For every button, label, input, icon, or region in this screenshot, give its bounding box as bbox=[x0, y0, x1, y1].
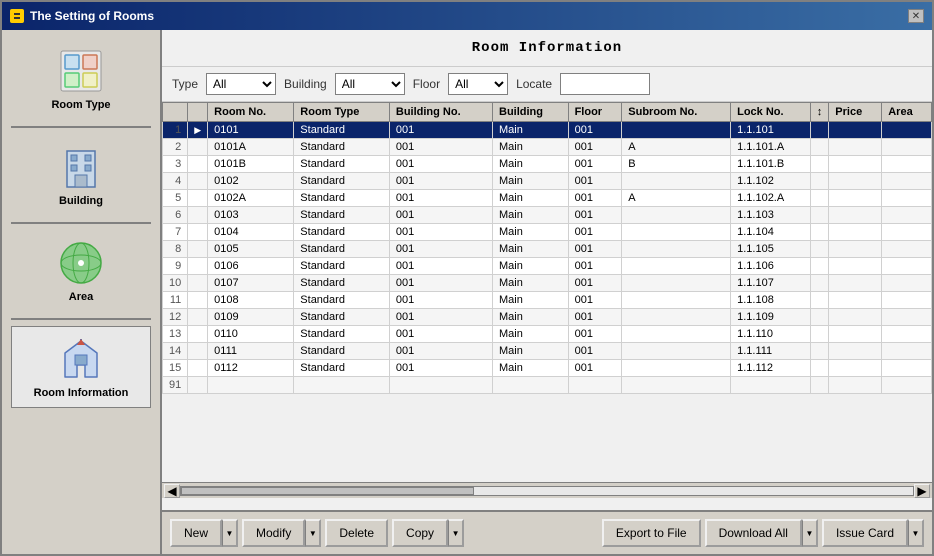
room-table: Room No. Room Type Building No. Building… bbox=[162, 102, 932, 394]
download-dropdown-btn[interactable]: ▼ bbox=[802, 519, 818, 547]
table-row[interactable]: 100107Standard001Main0011.1.107 bbox=[163, 275, 932, 292]
scrollbar-h-thumb[interactable] bbox=[181, 487, 474, 495]
scroll-right-btn[interactable]: ▶ bbox=[914, 484, 930, 498]
scrollbar-h-track[interactable] bbox=[180, 486, 914, 496]
copy-dropdown-btn[interactable]: ▼ bbox=[448, 519, 464, 547]
window-title: The Setting of Rooms bbox=[30, 9, 154, 23]
locate-label: Locate bbox=[516, 77, 552, 91]
table-row[interactable]: 20101AStandard001Main001A1.1.101.A bbox=[163, 139, 932, 156]
type-select[interactable]: All bbox=[206, 73, 276, 95]
table-row[interactable]: 80105Standard001Main0011.1.105 bbox=[163, 241, 932, 258]
download-all-button[interactable]: Download All bbox=[705, 519, 802, 547]
col-arrow bbox=[188, 103, 208, 122]
sidebar-item-room-type[interactable]: Room Type bbox=[11, 38, 151, 120]
table-container: Room No. Room Type Building No. Building… bbox=[162, 102, 932, 510]
building-icon bbox=[57, 143, 105, 191]
table-row[interactable]: 120109Standard001Main0011.1.109 bbox=[163, 309, 932, 326]
building-label: Building bbox=[284, 77, 327, 91]
copy-btn-group: Copy ▼ bbox=[392, 519, 464, 547]
sidebar-item-building[interactable]: Building bbox=[11, 134, 151, 216]
panel-title: Room Information bbox=[162, 30, 932, 67]
table-row[interactable]: 60103Standard001Main0011.1.103 bbox=[163, 207, 932, 224]
table-row[interactable]: 50102AStandard001Main001A1.1.102.A bbox=[163, 190, 932, 207]
scrollbar-horizontal[interactable]: ◀ ▶ bbox=[162, 482, 932, 498]
issue-card-button[interactable]: Issue Card bbox=[822, 519, 908, 547]
table-row[interactable]: 91 bbox=[163, 377, 932, 394]
sidebar-divider-3 bbox=[11, 318, 151, 320]
main-panel: Room Information Type All Building All F… bbox=[162, 30, 932, 554]
col-sort[interactable]: ↕ bbox=[810, 103, 829, 122]
sidebar-item-area-label: Area bbox=[69, 291, 93, 303]
content-area: Room Type Building bbox=[2, 30, 932, 554]
sidebar-item-room-type-label: Room Type bbox=[51, 99, 110, 111]
col-subroom-no[interactable]: Subroom No. bbox=[622, 103, 731, 122]
new-btn-group: New ▼ bbox=[170, 519, 238, 547]
issue-card-btn-group: Issue Card ▼ bbox=[822, 519, 924, 547]
floor-select[interactable]: All bbox=[448, 73, 508, 95]
locate-input[interactable] bbox=[560, 73, 650, 95]
col-area[interactable]: Area bbox=[882, 103, 932, 122]
col-num bbox=[163, 103, 188, 122]
col-lock-no[interactable]: Lock No. bbox=[731, 103, 811, 122]
export-button[interactable]: Export to File bbox=[602, 519, 701, 547]
new-dropdown-btn[interactable]: ▼ bbox=[222, 519, 238, 547]
sidebar-divider-2 bbox=[11, 222, 151, 224]
modify-dropdown-btn[interactable]: ▼ bbox=[305, 519, 321, 547]
sidebar-item-room-information[interactable]: Room Information bbox=[11, 326, 151, 408]
app-icon bbox=[10, 9, 24, 23]
close-button[interactable]: ✕ bbox=[908, 9, 924, 23]
delete-button[interactable]: Delete bbox=[325, 519, 388, 547]
table-row[interactable]: 40102Standard001Main0011.1.102 bbox=[163, 173, 932, 190]
col-price[interactable]: Price bbox=[829, 103, 882, 122]
download-btn-group: Download All ▼ bbox=[705, 519, 818, 547]
table-scroll-area[interactable]: Room No. Room Type Building No. Building… bbox=[162, 102, 932, 482]
sidebar-divider-1 bbox=[11, 126, 151, 128]
modify-button[interactable]: Modify bbox=[242, 519, 305, 547]
bottom-bar: New ▼ Modify ▼ Delete Copy ▼ bbox=[162, 510, 932, 554]
col-building[interactable]: Building bbox=[493, 103, 569, 122]
scroll-left-btn[interactable]: ◀ bbox=[164, 484, 180, 498]
floor-label: Floor bbox=[413, 77, 440, 91]
table-row[interactable]: 70104Standard001Main0011.1.104 bbox=[163, 224, 932, 241]
col-floor[interactable]: Floor bbox=[568, 103, 622, 122]
modify-btn-group: Modify ▼ bbox=[242, 519, 321, 547]
table-row[interactable]: 110108Standard001Main0011.1.108 bbox=[163, 292, 932, 309]
table-row[interactable]: 30101BStandard001Main001B1.1.101.B bbox=[163, 156, 932, 173]
building-select[interactable]: All bbox=[335, 73, 405, 95]
main-window: The Setting of Rooms ✕ Room Type bbox=[0, 0, 934, 556]
sidebar-item-building-label: Building bbox=[59, 195, 103, 207]
col-room-no[interactable]: Room No. bbox=[208, 103, 294, 122]
table-row[interactable]: 130110Standard001Main0011.1.110 bbox=[163, 326, 932, 343]
table-row[interactable]: 150112Standard001Main0011.1.112 bbox=[163, 360, 932, 377]
sidebar-item-room-info-label: Room Information bbox=[34, 387, 129, 399]
new-button[interactable]: New bbox=[170, 519, 222, 547]
issue-card-dropdown-btn[interactable]: ▼ bbox=[908, 519, 924, 547]
area-icon bbox=[57, 239, 105, 287]
filter-bar: Type All Building All Floor All Locate bbox=[162, 67, 932, 102]
room-info-icon bbox=[57, 335, 105, 383]
col-building-no[interactable]: Building No. bbox=[389, 103, 492, 122]
table-row[interactable]: 140111Standard001Main0011.1.111 bbox=[163, 343, 932, 360]
copy-button[interactable]: Copy bbox=[392, 519, 448, 547]
table-row[interactable]: 90106Standard001Main0011.1.106 bbox=[163, 258, 932, 275]
sidebar-item-area[interactable]: Area bbox=[11, 230, 151, 312]
room-type-icon bbox=[57, 47, 105, 95]
titlebar: The Setting of Rooms ✕ bbox=[2, 2, 932, 30]
type-label: Type bbox=[172, 77, 198, 91]
col-room-type[interactable]: Room Type bbox=[294, 103, 390, 122]
titlebar-left: The Setting of Rooms bbox=[10, 9, 154, 23]
table-row[interactable]: 1▶0101Standard001Main0011.1.101 bbox=[163, 122, 932, 139]
sidebar: Room Type Building bbox=[2, 30, 162, 554]
